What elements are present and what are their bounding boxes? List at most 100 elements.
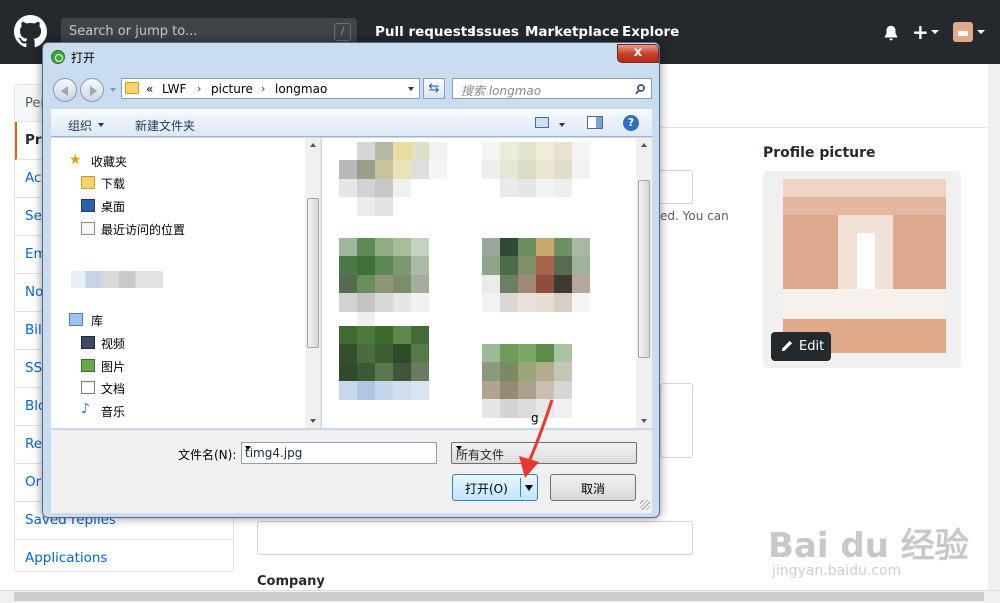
nav-marketplace[interactable]: Marketplace: [525, 24, 619, 40]
recent-places-icon: [81, 222, 95, 235]
refresh-icon: ⇆: [428, 81, 440, 96]
open-file-dialog: 打开 x « LWF › picture › longmao ⇆ 搜索 long…: [42, 42, 660, 518]
refresh-button[interactable]: ⇆: [423, 78, 445, 99]
nav-music[interactable]: 音乐: [101, 403, 125, 420]
baidu-watermark-url: jingyan.baidu.com: [772, 563, 902, 579]
baidu-watermark: Bai du 经验: [768, 518, 969, 567]
dialog-toolbar: 组织 新建文件夹 ?: [51, 109, 652, 137]
chevron-down-icon[interactable]: [559, 123, 565, 127]
library-icon: [69, 313, 83, 326]
dialog-footer: 文件名(N): timg4.jpg 所有文件 打开(O) 取消: [51, 429, 652, 513]
music-icon: ♪: [81, 401, 90, 417]
nav-issues[interactable]: Issues: [471, 24, 519, 40]
file-name-label: g: [531, 411, 539, 425]
file-thumbnail[interactable]: [339, 238, 447, 330]
bell-icon[interactable]: [882, 24, 900, 42]
search-icon: [637, 84, 645, 92]
nav-videos[interactable]: 视频: [101, 335, 125, 352]
back-button[interactable]: [53, 78, 77, 102]
scroll-up-icon[interactable]: [641, 143, 647, 147]
breadcrumb-lwf[interactable]: LWF: [162, 82, 186, 96]
scroll-down-icon[interactable]: [310, 419, 316, 423]
organize-menu[interactable]: 组织: [68, 117, 92, 134]
close-button[interactable]: x: [617, 44, 659, 63]
github-logo-icon[interactable]: [14, 15, 47, 48]
bio-field[interactable]: [660, 383, 693, 458]
star-icon: ★: [69, 152, 82, 168]
close-icon: x: [633, 45, 643, 60]
company-label: Company: [257, 574, 325, 589]
nav-recent-places[interactable]: 最近访问的位置: [101, 221, 185, 238]
address-dropdown-icon[interactable]: [408, 87, 414, 91]
forward-button[interactable]: [80, 78, 104, 102]
edit-profile-picture-button[interactable]: Edit: [771, 332, 831, 361]
chevron-down-icon: [931, 30, 939, 34]
page-vertical-scrollbar[interactable]: [988, 64, 1000, 590]
breadcrumb-separator-icon[interactable]: ›: [261, 82, 265, 95]
file-list-pane: g: [322, 138, 652, 428]
watermark-main: Bai du 经验: [768, 526, 969, 566]
pencil-icon: [781, 340, 793, 352]
resize-grip[interactable]: [640, 500, 650, 510]
nav-favorites[interactable]: 收藏夹: [91, 153, 127, 170]
nav-downloads[interactable]: 下载: [101, 175, 125, 192]
nav-documents[interactable]: 文档: [101, 380, 125, 397]
view-options-icon[interactable]: [535, 117, 549, 128]
chevron-down-icon: [98, 123, 104, 127]
file-thumbnail[interactable]: [339, 142, 447, 234]
open-button[interactable]: 打开(O): [452, 474, 538, 501]
avatar[interactable]: [953, 22, 973, 42]
cancel-button[interactable]: 取消: [550, 474, 636, 501]
nav-pull-requests[interactable]: Pull requests: [375, 24, 475, 40]
dialog-app-icon: [51, 50, 65, 64]
breadcrumb-separator-icon[interactable]: ›: [197, 82, 201, 95]
nav-libraries[interactable]: 库: [91, 312, 103, 329]
horizontal-scroll-thumb[interactable]: [14, 592, 984, 601]
hint-text: ed. You can: [660, 209, 729, 223]
profile-picture-label: Profile picture: [763, 145, 876, 161]
chevron-down-icon: [977, 30, 985, 34]
nav-pictures[interactable]: 图片: [101, 358, 125, 375]
filename-input[interactable]: timg4.jpg: [241, 442, 437, 464]
blurred-nav-item[interactable]: [71, 271, 163, 288]
url-field[interactable]: [257, 521, 693, 555]
open-label: 打开(O): [465, 482, 508, 496]
file-type-value: 所有文件: [456, 448, 505, 462]
history-dropdown-icon[interactable]: [110, 88, 116, 92]
address-bar[interactable]: « LWF › picture › longmao: [121, 78, 420, 99]
cancel-label: 取消: [581, 482, 606, 496]
new-folder-button[interactable]: 新建文件夹: [135, 117, 195, 134]
file-thumbnail[interactable]: [482, 142, 590, 234]
open-options-dropdown-icon[interactable]: [525, 485, 533, 491]
file-thumbnail[interactable]: [482, 238, 590, 330]
breadcrumb-longmao[interactable]: longmao: [275, 82, 327, 96]
chevron-down-icon[interactable]: [245, 446, 251, 450]
search-shortcut-key: /: [334, 23, 351, 41]
plus-icon[interactable]: +: [912, 20, 929, 44]
chevron-down-icon: [456, 446, 462, 450]
video-icon: [81, 336, 95, 349]
desktop-icon: [81, 199, 95, 212]
pictures-icon: [81, 359, 95, 372]
nav-explore[interactable]: Explore: [622, 24, 679, 40]
dialog-search-input[interactable]: 搜索 longmao: [452, 78, 652, 99]
breadcrumb-overflow[interactable]: «: [146, 82, 153, 96]
split-divider: [520, 478, 521, 497]
folder-icon: [125, 82, 139, 94]
file-thumbnail[interactable]: [339, 326, 447, 418]
preview-pane-icon[interactable]: [587, 116, 603, 129]
edit-label: Edit: [799, 339, 825, 354]
navigation-pane: ★ 收藏夹 下载 桌面 最近访问的位置 库 视频 图片 文档 ♪ 音乐: [51, 138, 321, 428]
scroll-up-icon[interactable]: [310, 143, 316, 147]
search-placeholder: Search or jump to...: [69, 24, 198, 39]
sidebar-item-applications[interactable]: Applications: [15, 540, 233, 578]
dialog-title: 打开: [71, 51, 96, 65]
documents-icon: [81, 381, 95, 394]
breadcrumb-picture[interactable]: picture: [211, 82, 253, 96]
nav-pane-scroll-thumb[interactable]: [307, 198, 319, 348]
nav-desktop[interactable]: 桌面: [101, 198, 125, 215]
help-icon[interactable]: ?: [623, 115, 639, 131]
scroll-down-icon[interactable]: [641, 419, 647, 423]
file-type-select[interactable]: 所有文件: [451, 442, 637, 464]
file-pane-scroll-thumb[interactable]: [638, 180, 650, 358]
